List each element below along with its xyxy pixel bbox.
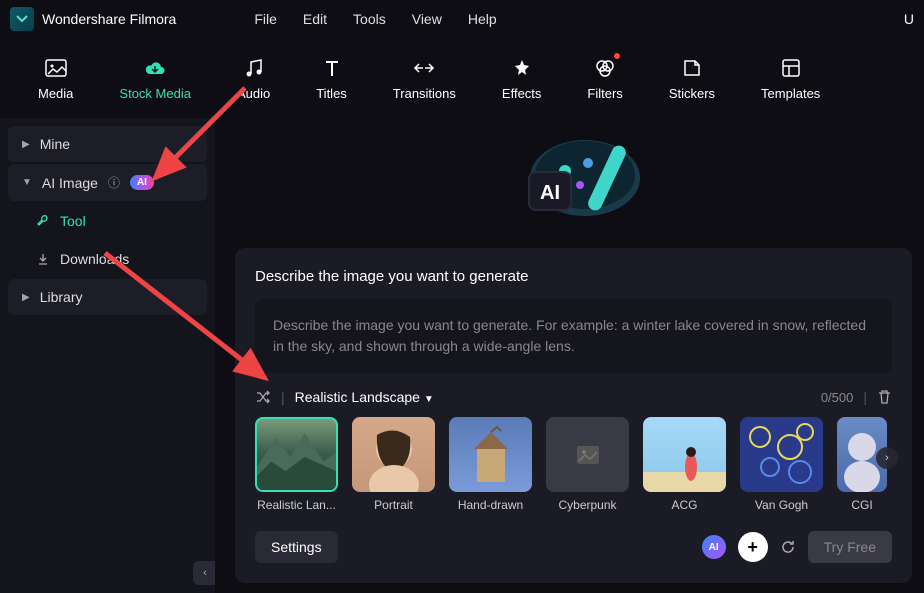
style-carousel: Realistic Lan... Portrait Hand-drawn Cyb… (255, 417, 892, 512)
trash-icon[interactable] (877, 389, 892, 405)
menu-bar: File Edit Tools View Help (254, 11, 496, 27)
svg-text:AI: AI (540, 182, 560, 204)
refresh-icon[interactable] (780, 539, 796, 555)
audio-icon (242, 56, 266, 80)
ai-generate-panel: Describe the image you want to generate … (235, 248, 912, 583)
tab-audio[interactable]: Audio (219, 56, 288, 101)
sidebar-mine[interactable]: ▶ Mine (8, 126, 207, 162)
toolbar: Media Stock Media Audio Titles Transitio… (0, 38, 924, 118)
cloud-icon (143, 56, 167, 80)
menu-help[interactable]: Help (468, 11, 497, 27)
ai-credits-icon[interactable]: AI (702, 535, 726, 559)
tab-media[interactable]: Media (20, 56, 91, 101)
menu-edit[interactable]: Edit (303, 11, 327, 27)
tab-stock-media[interactable]: Stock Media (101, 56, 209, 101)
tab-filters[interactable]: Filters (569, 56, 640, 101)
style-dropdown[interactable]: Realistic Landscape ▼ (295, 389, 434, 405)
user-menu[interactable]: U (904, 11, 914, 27)
bottom-row: Settings AI + Try Free (255, 531, 892, 563)
tab-stickers[interactable]: Stickers (651, 56, 733, 101)
panel-title: Describe the image you want to generate (255, 268, 892, 285)
style-selector-row: | Realistic Landscape ▼ 0/500 | (255, 389, 892, 405)
sidebar: ▶ Mine ▼ AI Image ⓘ AI Tool Downloads ▶ … (0, 118, 215, 593)
sidebar-ai-image[interactable]: ▼ AI Image ⓘ AI (8, 164, 207, 201)
caret-down-icon: ▼ (22, 177, 32, 188)
try-free-button[interactable]: Try Free (808, 531, 892, 563)
titles-icon (320, 56, 344, 80)
caret-right-icon: ▶ (22, 292, 30, 303)
effects-icon (510, 56, 534, 80)
prompt-input[interactable]: Describe the image you want to generate.… (255, 299, 892, 373)
stickers-icon (680, 56, 704, 80)
sidebar-downloads[interactable]: Downloads (8, 241, 207, 277)
tab-titles[interactable]: Titles (298, 56, 365, 101)
content-area: AI Describe the image you want to genera… (215, 118, 924, 593)
download-icon (36, 252, 50, 266)
caret-right-icon: ▶ (22, 139, 30, 150)
menu-file[interactable]: File (254, 11, 277, 27)
help-icon[interactable]: ⓘ (108, 174, 120, 191)
title-bar: Wondershare Filmora File Edit Tools View… (0, 0, 924, 38)
style-portrait[interactable]: Portrait (352, 417, 435, 512)
ai-badge: AI (130, 175, 154, 190)
carousel-next[interactable]: › (876, 447, 898, 469)
style-cyberpunk[interactable]: Cyberpunk (546, 417, 629, 512)
menu-tools[interactable]: Tools (353, 11, 386, 27)
char-count: 0/500 (821, 390, 854, 405)
style-van-gogh[interactable]: Van Gogh (740, 417, 823, 512)
filters-icon (593, 56, 617, 80)
style-hand-drawn[interactable]: Hand-drawn (449, 417, 532, 512)
app-title: Wondershare Filmora (42, 11, 176, 27)
style-acg[interactable]: ACG (643, 417, 726, 512)
wrench-icon (36, 214, 50, 228)
sidebar-library[interactable]: ▶ Library (8, 279, 207, 315)
tab-effects[interactable]: Effects (484, 56, 560, 101)
tab-templates[interactable]: Templates (743, 56, 838, 101)
style-realistic-landscape[interactable]: Realistic Lan... (255, 417, 338, 512)
transitions-icon (412, 56, 436, 80)
media-icon (44, 56, 68, 80)
add-button[interactable]: + (738, 532, 768, 562)
tab-transitions[interactable]: Transitions (375, 56, 474, 101)
settings-button[interactable]: Settings (255, 531, 338, 563)
sidebar-collapse[interactable]: ‹ (193, 561, 217, 585)
shuffle-icon[interactable] (255, 389, 271, 405)
menu-view[interactable]: View (412, 11, 442, 27)
templates-icon (779, 56, 803, 80)
ai-hero-image: AI (215, 118, 924, 238)
app-icon (10, 7, 34, 31)
sidebar-tool[interactable]: Tool (8, 203, 207, 239)
